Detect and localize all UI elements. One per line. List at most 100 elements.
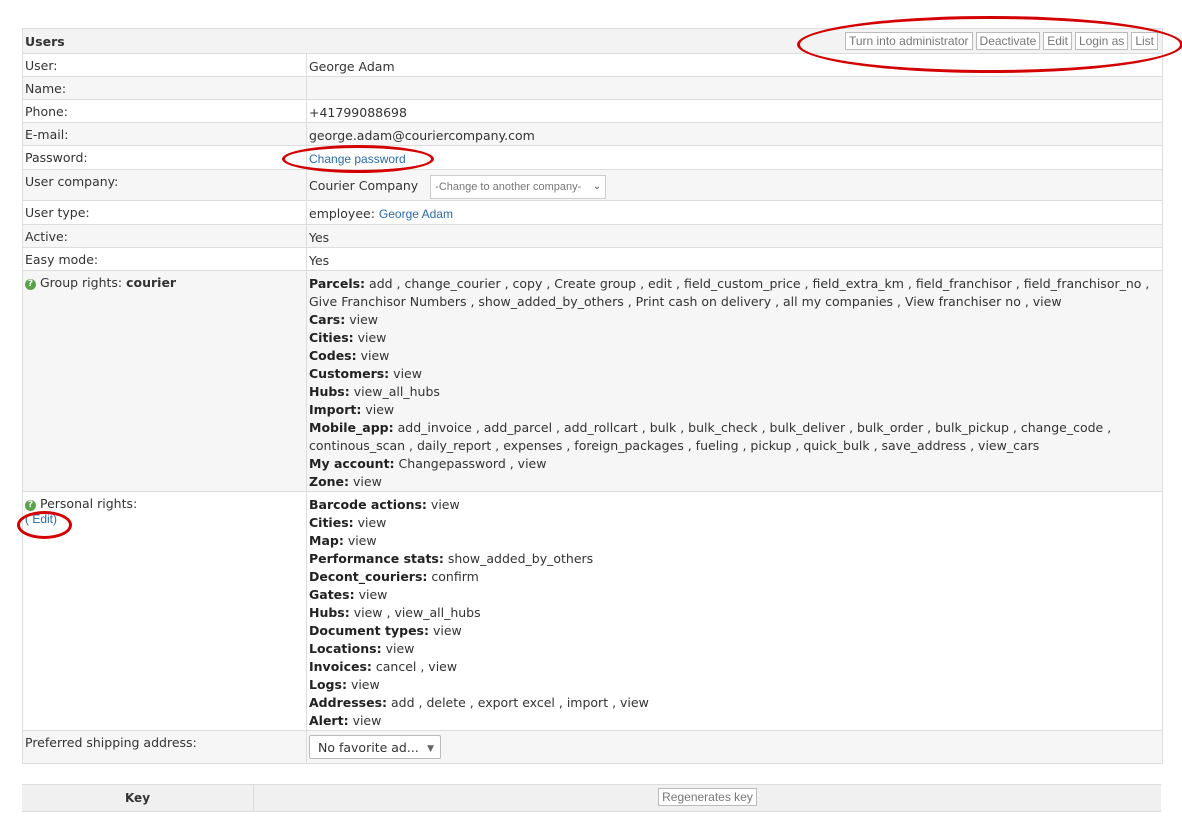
permission-line: Addresses: add , delete , export excel ,… — [309, 694, 1160, 712]
permission-name: Codes: — [309, 348, 357, 363]
keys-table-header: Key Regenerates key — [22, 784, 1161, 812]
user-label: User: — [23, 54, 307, 76]
user-details-panel: Users Turn into administrator Deactivate… — [22, 28, 1163, 764]
permission-values: Changepassword , view — [398, 456, 547, 471]
company-label: User company: — [23, 170, 307, 200]
page-title: Users — [25, 33, 65, 49]
permission-line: My account: Changepassword , view — [309, 455, 1160, 473]
change-password-link[interactable]: Change password — [309, 152, 406, 166]
dropdown-arrow-icon: ▼ — [427, 744, 434, 754]
help-icon[interactable]: ? — [25, 500, 36, 511]
easy-mode-row: Easy mode: Yes — [23, 248, 1162, 271]
phone-label: Phone: — [23, 100, 307, 122]
help-icon[interactable]: ? — [25, 279, 36, 290]
permission-values: view — [393, 366, 422, 381]
company-select[interactable]: -Change to another company- ⌄ — [430, 175, 607, 199]
permission-name: Document types: — [309, 623, 429, 638]
permission-line: Parcels: add , change_courier , copy , C… — [309, 275, 1160, 311]
permission-name: Logs: — [309, 677, 347, 692]
permission-name: Map: — [309, 533, 344, 548]
company-value: Courier Company — [309, 178, 419, 193]
permission-line: Barcode actions: view — [309, 496, 1160, 514]
shipping-row: Preferred shipping address: No favorite … — [23, 731, 1162, 764]
email-row: E-mail: george.adam@couriercompany.com — [23, 123, 1162, 146]
password-row: Password: Change password — [23, 146, 1162, 170]
permission-values: view — [357, 330, 387, 345]
permission-values: add_invoice , add_parcel , add_rollcart … — [309, 420, 1112, 453]
permission-values: view — [353, 474, 382, 489]
permission-line: Import: view — [309, 401, 1160, 419]
permission-values: confirm — [431, 569, 479, 584]
permission-line: Cities: view — [309, 514, 1160, 532]
easy-mode-label: Easy mode: — [23, 248, 307, 270]
name-row: Name: — [23, 77, 1162, 100]
turn-into-admin-button[interactable]: Turn into administrator — [844, 32, 973, 50]
permission-line: Hubs: view , view_all_hubs — [309, 604, 1160, 622]
permission-line: Cars: view — [309, 311, 1160, 329]
permission-name: Customers: — [309, 366, 390, 381]
permission-line: Logs: view — [309, 676, 1160, 694]
user-row: User: George Adam — [23, 54, 1162, 77]
personal-rights-edit-link[interactable]: ( Edit) — [25, 512, 57, 526]
personal-rights-label: Personal rights: — [40, 496, 138, 511]
user-type-row: User type: employee: George Adam — [23, 201, 1162, 225]
permission-values: view — [432, 623, 462, 638]
phone-value: +41799088698 — [309, 105, 407, 120]
group-rights-row: ? Group rights: courier Parcels: add , ch… — [23, 271, 1162, 492]
permission-line: Performance stats: show_added_by_others — [309, 550, 1160, 568]
regenerate-key-button[interactable]: Regenerates key — [658, 788, 757, 806]
edit-button[interactable]: Edit — [1043, 32, 1072, 50]
permission-values: view — [360, 348, 390, 363]
permission-line: Alert: view — [309, 712, 1160, 730]
permission-name: Cars: — [309, 312, 346, 327]
panel-header: Users Turn into administrator Deactivate… — [23, 29, 1162, 54]
permission-name: Parcels: — [309, 276, 366, 291]
active-label: Active: — [23, 225, 307, 247]
permission-line: Map: view — [309, 532, 1160, 550]
permission-name: Barcode actions: — [309, 497, 427, 512]
permission-line: Zone: view — [309, 473, 1160, 491]
user-type-prefix: employee: — [309, 206, 375, 221]
permission-values: view — [365, 402, 395, 417]
login-as-button[interactable]: Login as — [1074, 32, 1129, 50]
list-button[interactable]: List — [1131, 32, 1158, 50]
permission-line: Gates: view — [309, 586, 1160, 604]
permission-name: Cities: — [309, 330, 354, 345]
key-column-header: Key — [22, 785, 254, 811]
user-type-label: User type: — [23, 201, 307, 224]
deactivate-button[interactable]: Deactivate — [975, 32, 1041, 50]
permission-values: view — [358, 587, 388, 602]
permission-values: view — [347, 533, 377, 548]
permission-values: view — [349, 312, 378, 327]
permission-values: view — [385, 641, 415, 656]
permission-name: Mobile_app: — [309, 420, 394, 435]
company-row: User company: Courier Company -Change to… — [23, 170, 1162, 201]
permission-values: add , change_courier , copy , Create gro… — [309, 276, 1150, 309]
email-label: E-mail: — [23, 123, 307, 145]
permission-name: Import: — [309, 402, 362, 417]
email-value: george.adam@couriercompany.com — [309, 128, 535, 143]
active-row: Active: Yes — [23, 225, 1162, 248]
permission-name: My account: — [309, 456, 395, 471]
permission-name: Invoices: — [309, 659, 372, 674]
easy-mode-value: Yes — [309, 253, 330, 268]
personal-rights-row: ? Personal rights: ( Edit) Barcode action… — [23, 492, 1162, 731]
permission-line: Locations: view — [309, 640, 1160, 658]
group-rights-label: Group rights: — [40, 275, 123, 290]
user-type-link[interactable]: George Adam — [379, 207, 453, 221]
permission-name: Hubs: — [309, 605, 350, 620]
shipping-address-select[interactable]: No favorite ad... ▼ — [309, 735, 441, 759]
shipping-label: Preferred shipping address: — [23, 731, 307, 763]
user-value: George Adam — [309, 59, 395, 74]
permission-values: view_all_hubs — [353, 384, 440, 399]
permission-line: Customers: view — [309, 365, 1160, 383]
permission-line: Mobile_app: add_invoice , add_parcel , a… — [309, 419, 1160, 455]
permission-values: view — [430, 497, 460, 512]
permission-name: Decont_couriers: — [309, 569, 428, 584]
permission-values: cancel , view — [375, 659, 458, 674]
header-actions: Turn into administrator Deactivate Edit … — [844, 32, 1162, 50]
permission-values: add , delete , export excel , import , v… — [391, 695, 649, 710]
permission-name: Hubs: — [309, 384, 350, 399]
permission-line: Document types: view — [309, 622, 1160, 640]
personal-permissions-list: Barcode actions: view Cities: view Map: vi… — [307, 492, 1162, 730]
